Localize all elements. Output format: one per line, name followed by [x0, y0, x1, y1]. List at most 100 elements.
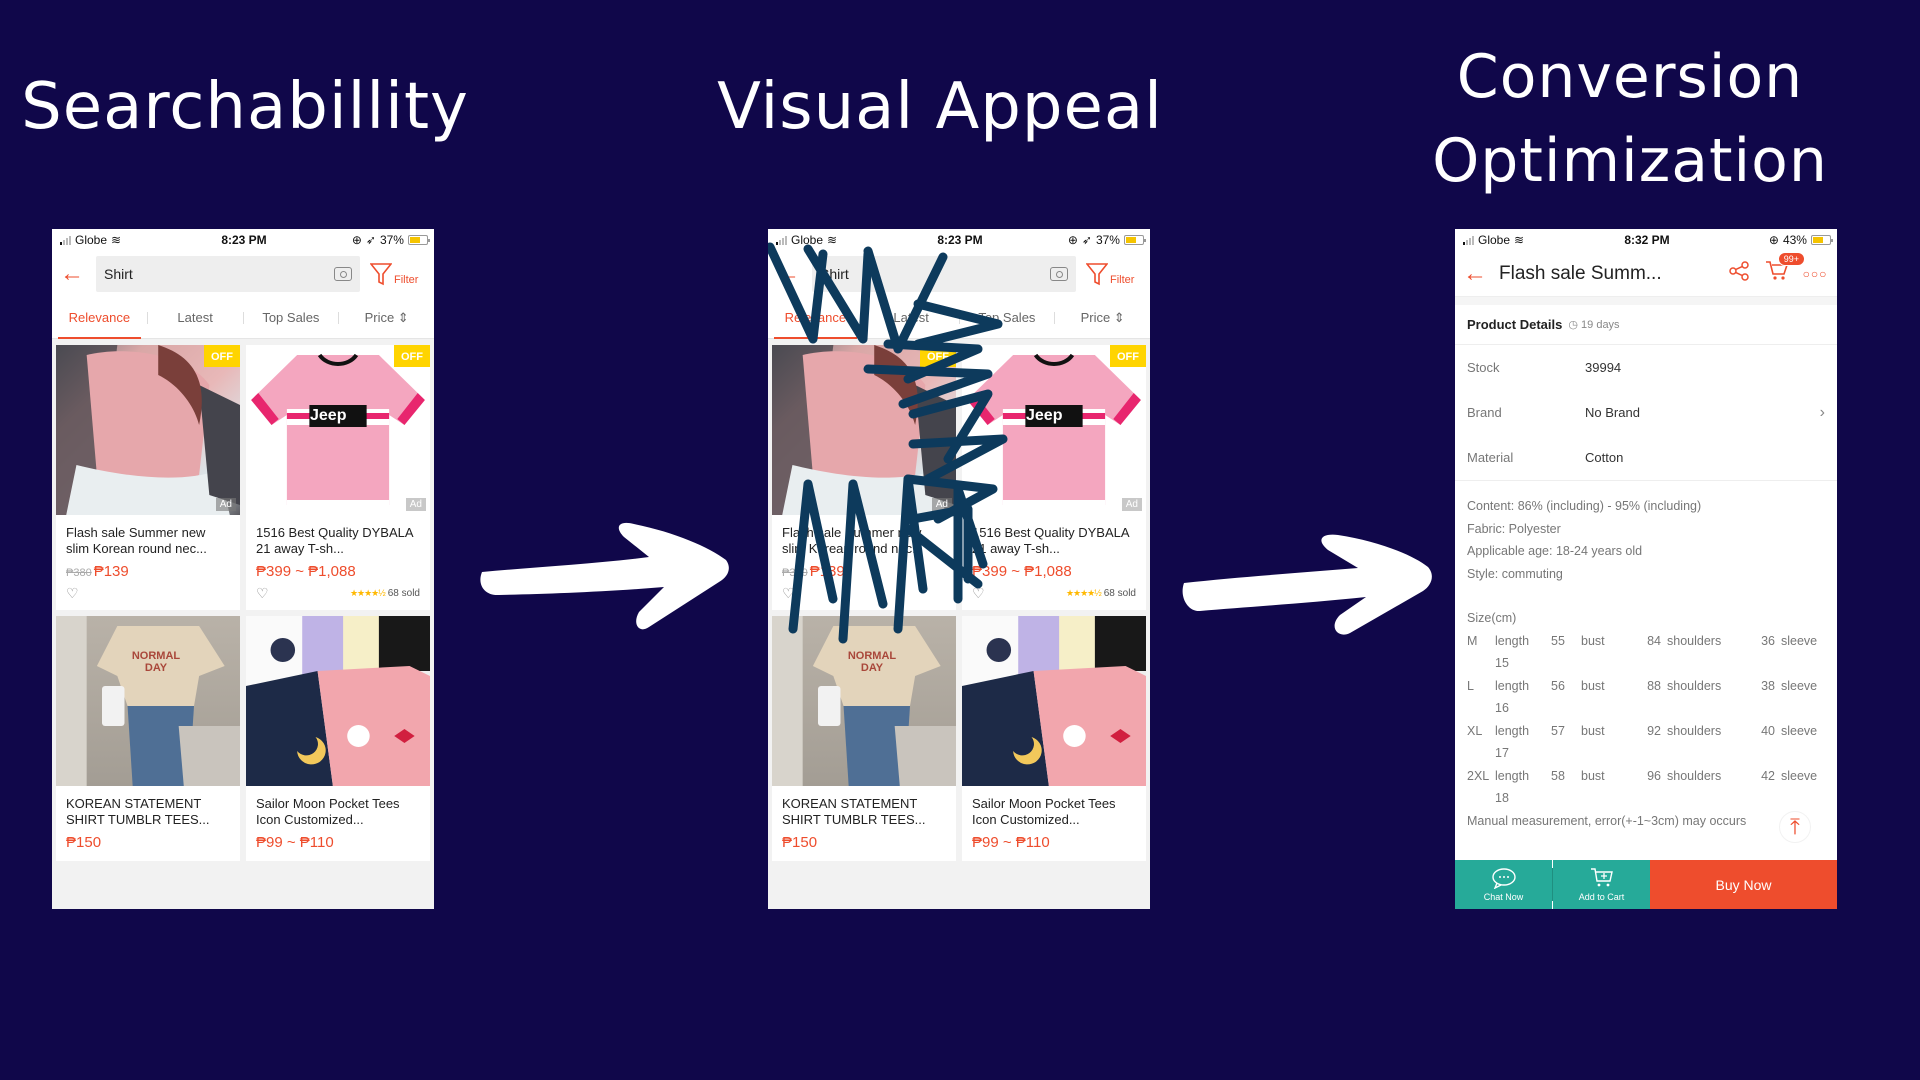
sort-tabs: Relevance Latest Top Sales Price ⇕	[52, 297, 434, 339]
battery-percent: 37%	[1095, 233, 1120, 247]
product-card[interactable]: OFF Ad Flash sale Summer new slim Korean…	[772, 345, 956, 610]
bust-label: bust	[1581, 678, 1605, 693]
search-query: Shirt	[104, 266, 133, 282]
heart-icon[interactable]: ♡	[66, 586, 80, 600]
section-title: Product Details	[1467, 317, 1563, 332]
sleeve-label: sleeve	[1781, 768, 1818, 783]
product-price: ₱99 ~ ₱110	[972, 834, 1050, 851]
product-card[interactable]: Jeep OFF Ad 1516 Best Quality DYBALA 21 …	[246, 345, 430, 610]
product-title: KOREAN STATEMENT SHIRT TUMBLR TEES...	[782, 796, 926, 827]
attribute-key: Material	[1467, 450, 1514, 465]
search-input[interactable]: Shirt	[96, 256, 360, 292]
size-row: XL length 57 bust 92 shoulders 40 sleeve	[1467, 720, 1825, 743]
carrier: Globe	[1478, 233, 1511, 247]
clock: 8:23 PM	[937, 233, 983, 247]
back-arrow-icon[interactable]: ←	[1463, 260, 1489, 288]
product-card[interactable]: OFF Ad Flash sale Summer new slim Korean…	[56, 345, 240, 610]
length-label: length	[1495, 768, 1530, 783]
bust-label: bust	[1581, 723, 1605, 738]
listing-age: ◷ 19 days	[1568, 318, 1619, 331]
original-price: ₱380	[66, 567, 92, 579]
heading-line-1: Conversion	[1456, 42, 1804, 112]
chat-now-button[interactable]: Chat Now	[1455, 860, 1552, 909]
shoulders-label: shoulders	[1667, 723, 1722, 738]
tab-price[interactable]: Price ⇕	[1055, 297, 1150, 339]
bust-label: bust	[1581, 768, 1605, 783]
add-to-cart-label: Add to Cart	[1578, 892, 1625, 902]
camera-icon[interactable]	[1050, 267, 1068, 281]
orientation-lock-icon: ⊕	[1067, 233, 1078, 247]
camera-icon[interactable]	[334, 267, 352, 281]
search-input[interactable]: Shirt	[812, 256, 1076, 292]
ad-label: Ad	[1121, 498, 1142, 511]
jeep-logo: Jeep	[310, 407, 347, 424]
length-value: 56	[1551, 678, 1565, 693]
product-image	[246, 616, 430, 786]
cart-icon[interactable]: 99+	[1763, 252, 1805, 287]
normal-day-print: NORMAL DAY	[847, 650, 897, 674]
attribute-value: No Brand	[1585, 405, 1640, 420]
ad-label: Ad	[931, 498, 952, 511]
size-name: L	[1467, 678, 1474, 693]
product-image: OFF Ad	[772, 345, 956, 515]
size-chart: Mlength 55 bust 84 shoulders 36 sleeve 15 Llengt…	[1467, 630, 1825, 810]
heading-searchability: Searchabillity	[21, 70, 469, 144]
tab-relevance[interactable]: Relevance	[52, 297, 147, 339]
ad-label: Ad	[405, 498, 426, 511]
product-card[interactable]: Jeep OFF Ad 1516 Best Quality DYBALA 21 …	[962, 345, 1146, 610]
product-title: Sailor Moon Pocket Tees Icon Customized.…	[972, 796, 1116, 827]
nav-bar: ← Flash sale Summ... 99+ ○○○	[1455, 251, 1837, 297]
more-options-icon[interactable]: ○○○	[1801, 267, 1829, 281]
tab-latest[interactable]: Latest	[864, 297, 959, 339]
product-title: Flash sale Summ...	[1499, 262, 1662, 284]
heading-line-2: Optimization	[1432, 126, 1828, 196]
length-label: length	[1495, 723, 1530, 738]
tab-top-sales[interactable]: Top Sales	[960, 297, 1055, 339]
heart-icon[interactable]: ♡	[972, 586, 986, 600]
size-name: M	[1467, 633, 1478, 648]
scroll-to-top-button[interactable]: ⤒	[1779, 811, 1811, 843]
filter-icon	[1086, 263, 1108, 286]
back-arrow-icon[interactable]: ←	[60, 260, 86, 288]
shoulders-label: shoulders	[1667, 678, 1722, 693]
product-image	[962, 616, 1146, 786]
chat-icon	[1491, 868, 1516, 889]
attribute-row-brand[interactable]: Brand No Brand ›	[1455, 390, 1837, 435]
orientation-lock-icon: ⊕	[1768, 233, 1779, 247]
filter-button[interactable]: Filter	[370, 262, 426, 286]
product-card[interactable]: NORMAL DAY KOREAN STATEMENT SHIRT TUMBLR…	[772, 616, 956, 861]
description-line: Applicable age: 18-24 years old	[1467, 544, 1643, 558]
tab-latest[interactable]: Latest	[148, 297, 243, 339]
battery-percent: 37%	[379, 233, 404, 247]
listing-age-value: 19 days	[1581, 319, 1620, 331]
product-card[interactable]: NORMAL DAY KOREAN STATEMENT SHIRT TUMBLR…	[56, 616, 240, 861]
size-row: Llength 56 bust 88 shoulders 38 sleeve	[1467, 675, 1825, 698]
tab-price[interactable]: Price ⇕	[339, 297, 434, 339]
bust-value: 92	[1647, 723, 1661, 738]
phone-search-results-annotated: Globe ≋ 8:23 PM ⊕ ➶ 37% ← Shirt Filter Rele…	[768, 229, 1150, 909]
search-query: Shirt	[820, 266, 849, 282]
share-icon[interactable]	[1725, 260, 1753, 287]
length-label: length	[1495, 678, 1530, 693]
rating-stars: ★★★★½	[349, 587, 386, 598]
buy-now-button[interactable]: Buy Now	[1650, 860, 1837, 909]
filter-label: Filter	[1110, 274, 1135, 286]
product-price: ₱380 ₱139	[56, 559, 240, 584]
product-card[interactable]: Sailor Moon Pocket Tees Icon Customized.…	[962, 616, 1146, 861]
signal-icon	[60, 235, 71, 245]
tab-top-sales[interactable]: Top Sales	[244, 297, 339, 339]
filter-button[interactable]: Filter	[1086, 262, 1142, 286]
tab-relevance[interactable]: Relevance	[768, 297, 863, 339]
heart-icon[interactable]: ♡	[782, 586, 796, 600]
add-to-cart-button[interactable]: Add to Cart	[1553, 860, 1650, 909]
product-card[interactable]: Sailor Moon Pocket Tees Icon Customized.…	[246, 616, 430, 861]
back-arrow-icon[interactable]: ←	[776, 260, 802, 288]
off-badge: OFF	[394, 345, 430, 367]
heart-icon[interactable]: ♡	[256, 586, 270, 600]
shoulders-value: 38	[1761, 678, 1775, 693]
add-to-cart-icon	[1590, 868, 1613, 887]
battery-icon	[1123, 235, 1146, 245]
sleeve-value: 16	[1495, 701, 1509, 715]
shoulders-label: shoulders	[1667, 768, 1722, 783]
ad-label: Ad	[215, 498, 236, 511]
